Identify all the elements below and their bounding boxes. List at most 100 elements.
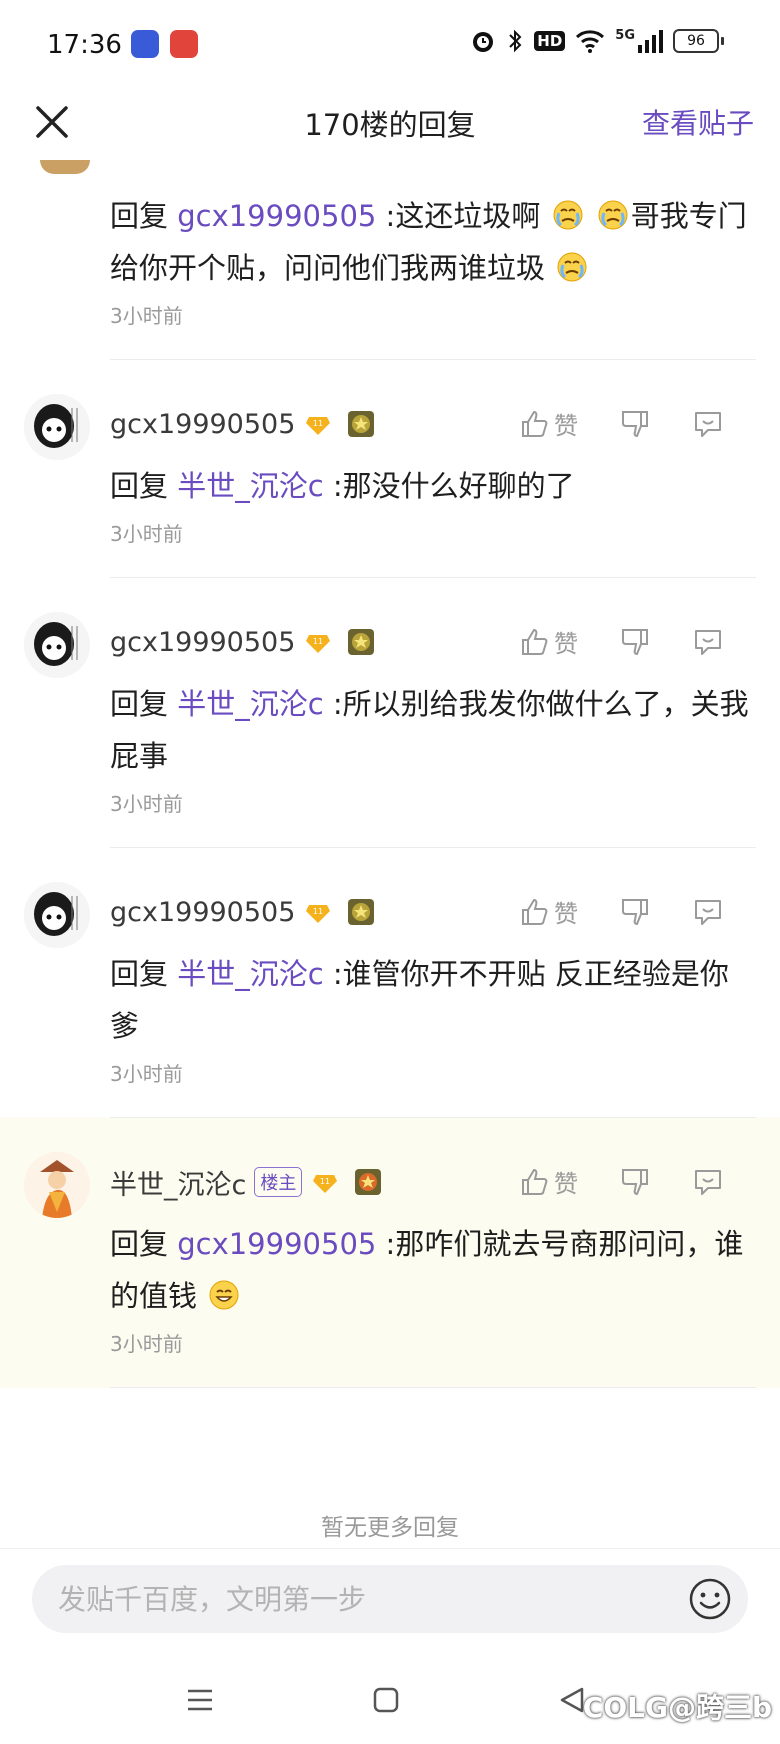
- game-app-icon: [170, 30, 198, 58]
- reply-item: gcx19990505 11 赞 回复 半世_沉沦c :所以别给我发你做什么了，…: [0, 578, 780, 847]
- view-post-link[interactable]: 查看贴子: [642, 102, 754, 142]
- thumbs-down-icon: [622, 1168, 648, 1195]
- grin-emoji-icon: [209, 1280, 239, 1310]
- reply-input-bar: [0, 1548, 780, 1661]
- reply-actions: 赞: [520, 406, 724, 441]
- home-icon[interactable]: [372, 1686, 400, 1714]
- bluetooth-icon: [509, 29, 522, 53]
- reply-item: gcx19990505 11 赞 回复 半世_沉沦c :那没什么好聊的了 3小时…: [0, 360, 780, 577]
- watermark: COLG@跨三b: [582, 1691, 772, 1724]
- level-number: 11: [313, 419, 323, 428]
- reply-time: 3小时前: [110, 304, 183, 328]
- reply-list: 回复 gcx19990505 :这还垃圾啊 哥我专门给你开个贴，问问他们我两谁垃…: [0, 160, 780, 1388]
- like-button[interactable]: 赞: [520, 894, 578, 929]
- reply-actions: 赞: [520, 624, 724, 659]
- thumbs-up-icon: [522, 410, 548, 437]
- reply-prefix: 回复: [110, 957, 178, 991]
- system-nav-bar: COLG@跨三b: [0, 1660, 780, 1744]
- owner-badge: 楼主: [254, 1167, 303, 1197]
- reply-body: :这还垃圾啊: [376, 199, 541, 233]
- status-bar: 17:36 HD 5G 96: [0, 0, 780, 92]
- level-badge-icon: 11: [306, 905, 331, 923]
- comment-button[interactable]: [692, 1167, 724, 1197]
- signal-icon: [638, 30, 663, 53]
- battery-cap: [721, 37, 724, 45]
- username[interactable]: 半世_沉沦c: [110, 1163, 246, 1202]
- like-label: 赞: [554, 630, 578, 658]
- hd-badge: HD: [534, 31, 566, 51]
- status-time: 17:36: [47, 30, 122, 60]
- level-number: 11: [313, 907, 323, 916]
- reply-text: 回复 gcx19990505 :那咋们就去号商那问问，谁的值钱: [110, 1218, 756, 1322]
- reply-prefix: 回复: [110, 1227, 178, 1261]
- username[interactable]: gcx19990505: [110, 409, 295, 440]
- like-button[interactable]: 赞: [520, 624, 578, 659]
- reply-item: gcx19990505 11 赞 回复 半世_沉沦c :谁管你开不开贴 反正经验…: [0, 848, 780, 1117]
- reply-actions: 赞: [520, 894, 724, 929]
- thumbs-down-icon: [622, 410, 648, 437]
- crying-emoji-icon: [557, 252, 587, 282]
- thumbs-up-icon: [522, 628, 548, 655]
- battery-icon: 96: [673, 29, 724, 53]
- like-label: 赞: [554, 900, 578, 928]
- menu-icon[interactable]: [186, 1686, 214, 1714]
- comment-icon: [695, 411, 721, 437]
- mention-link[interactable]: gcx19990505: [177, 1227, 376, 1261]
- username[interactable]: gcx19990505: [110, 627, 295, 658]
- reply-time: 3小时前: [110, 1062, 183, 1086]
- battery-level: 96: [673, 29, 719, 53]
- like-label: 赞: [554, 1170, 578, 1198]
- dislike-button[interactable]: [620, 1167, 650, 1197]
- comment-button[interactable]: [692, 897, 724, 927]
- reply-time: 3小时前: [110, 792, 183, 816]
- like-button[interactable]: 赞: [520, 1164, 578, 1199]
- avatar[interactable]: [24, 394, 90, 460]
- avatar[interactable]: [24, 882, 90, 948]
- dislike-button[interactable]: [620, 897, 650, 927]
- like-button[interactable]: 赞: [520, 406, 578, 441]
- wifi-icon: [576, 30, 605, 53]
- comment-button[interactable]: [692, 409, 724, 439]
- reply-body: :那没什么好聊的了: [323, 469, 575, 503]
- comment-icon: [695, 629, 721, 655]
- mention-link[interactable]: 半世_沉沦c: [177, 687, 323, 721]
- reply-text: 回复 半世_沉沦c :那没什么好聊的了: [110, 460, 756, 512]
- tieba-app-icon: [131, 30, 159, 58]
- crying-emoji-icon: [553, 200, 583, 230]
- username[interactable]: gcx19990505: [110, 897, 295, 928]
- divider: [110, 1387, 756, 1388]
- reply-time: 3小时前: [110, 522, 183, 546]
- reply-input-box[interactable]: [32, 1565, 748, 1633]
- reply-prefix: 回复: [110, 687, 178, 721]
- reply-actions: 赞: [520, 1164, 724, 1199]
- medal-icon: [348, 629, 375, 655]
- like-label: 赞: [554, 412, 578, 440]
- mention-link[interactable]: gcx19990505: [177, 199, 376, 233]
- level-number: 11: [320, 1177, 330, 1186]
- thumbs-up-icon: [522, 898, 548, 925]
- mention-link[interactable]: 半世_沉沦c: [177, 469, 323, 503]
- avatar[interactable]: [24, 612, 90, 678]
- reply-text: 回复 半世_沉沦c :所以别给我发你做什么了，关我屁事: [110, 678, 756, 782]
- crying-emoji-icon: [598, 200, 628, 230]
- comment-icon: [695, 1169, 721, 1195]
- avatar[interactable]: [24, 1152, 90, 1218]
- alarm-icon: [473, 32, 494, 52]
- medal-icon: [355, 1169, 382, 1195]
- dislike-button[interactable]: [620, 409, 650, 439]
- status-icons: HD 5G 96: [470, 28, 724, 54]
- medal-icon: [348, 899, 375, 925]
- reply-prefix: 回复: [110, 469, 178, 503]
- reply-prefix: 回复: [110, 199, 178, 233]
- comment-button[interactable]: [692, 627, 724, 657]
- mention-link[interactable]: 半世_沉沦c: [177, 957, 323, 991]
- reply-item-highlighted: 半世_沉沦c 楼主 11 赞 回复 gcx19990505:那咋们就去号商那问…: [0, 1117, 780, 1388]
- dislike-button[interactable]: [620, 627, 650, 657]
- thumbs-down-icon: [622, 628, 648, 655]
- level-badge-icon: 11: [306, 417, 331, 435]
- comment-icon: [695, 899, 721, 925]
- medal-icon: [348, 411, 375, 437]
- reply-text: 回复 半世_沉沦c :谁管你开不开贴 反正经验是你爹: [110, 948, 756, 1052]
- emoji-picker-icon[interactable]: [688, 1577, 732, 1621]
- reply-input[interactable]: [56, 1582, 640, 1617]
